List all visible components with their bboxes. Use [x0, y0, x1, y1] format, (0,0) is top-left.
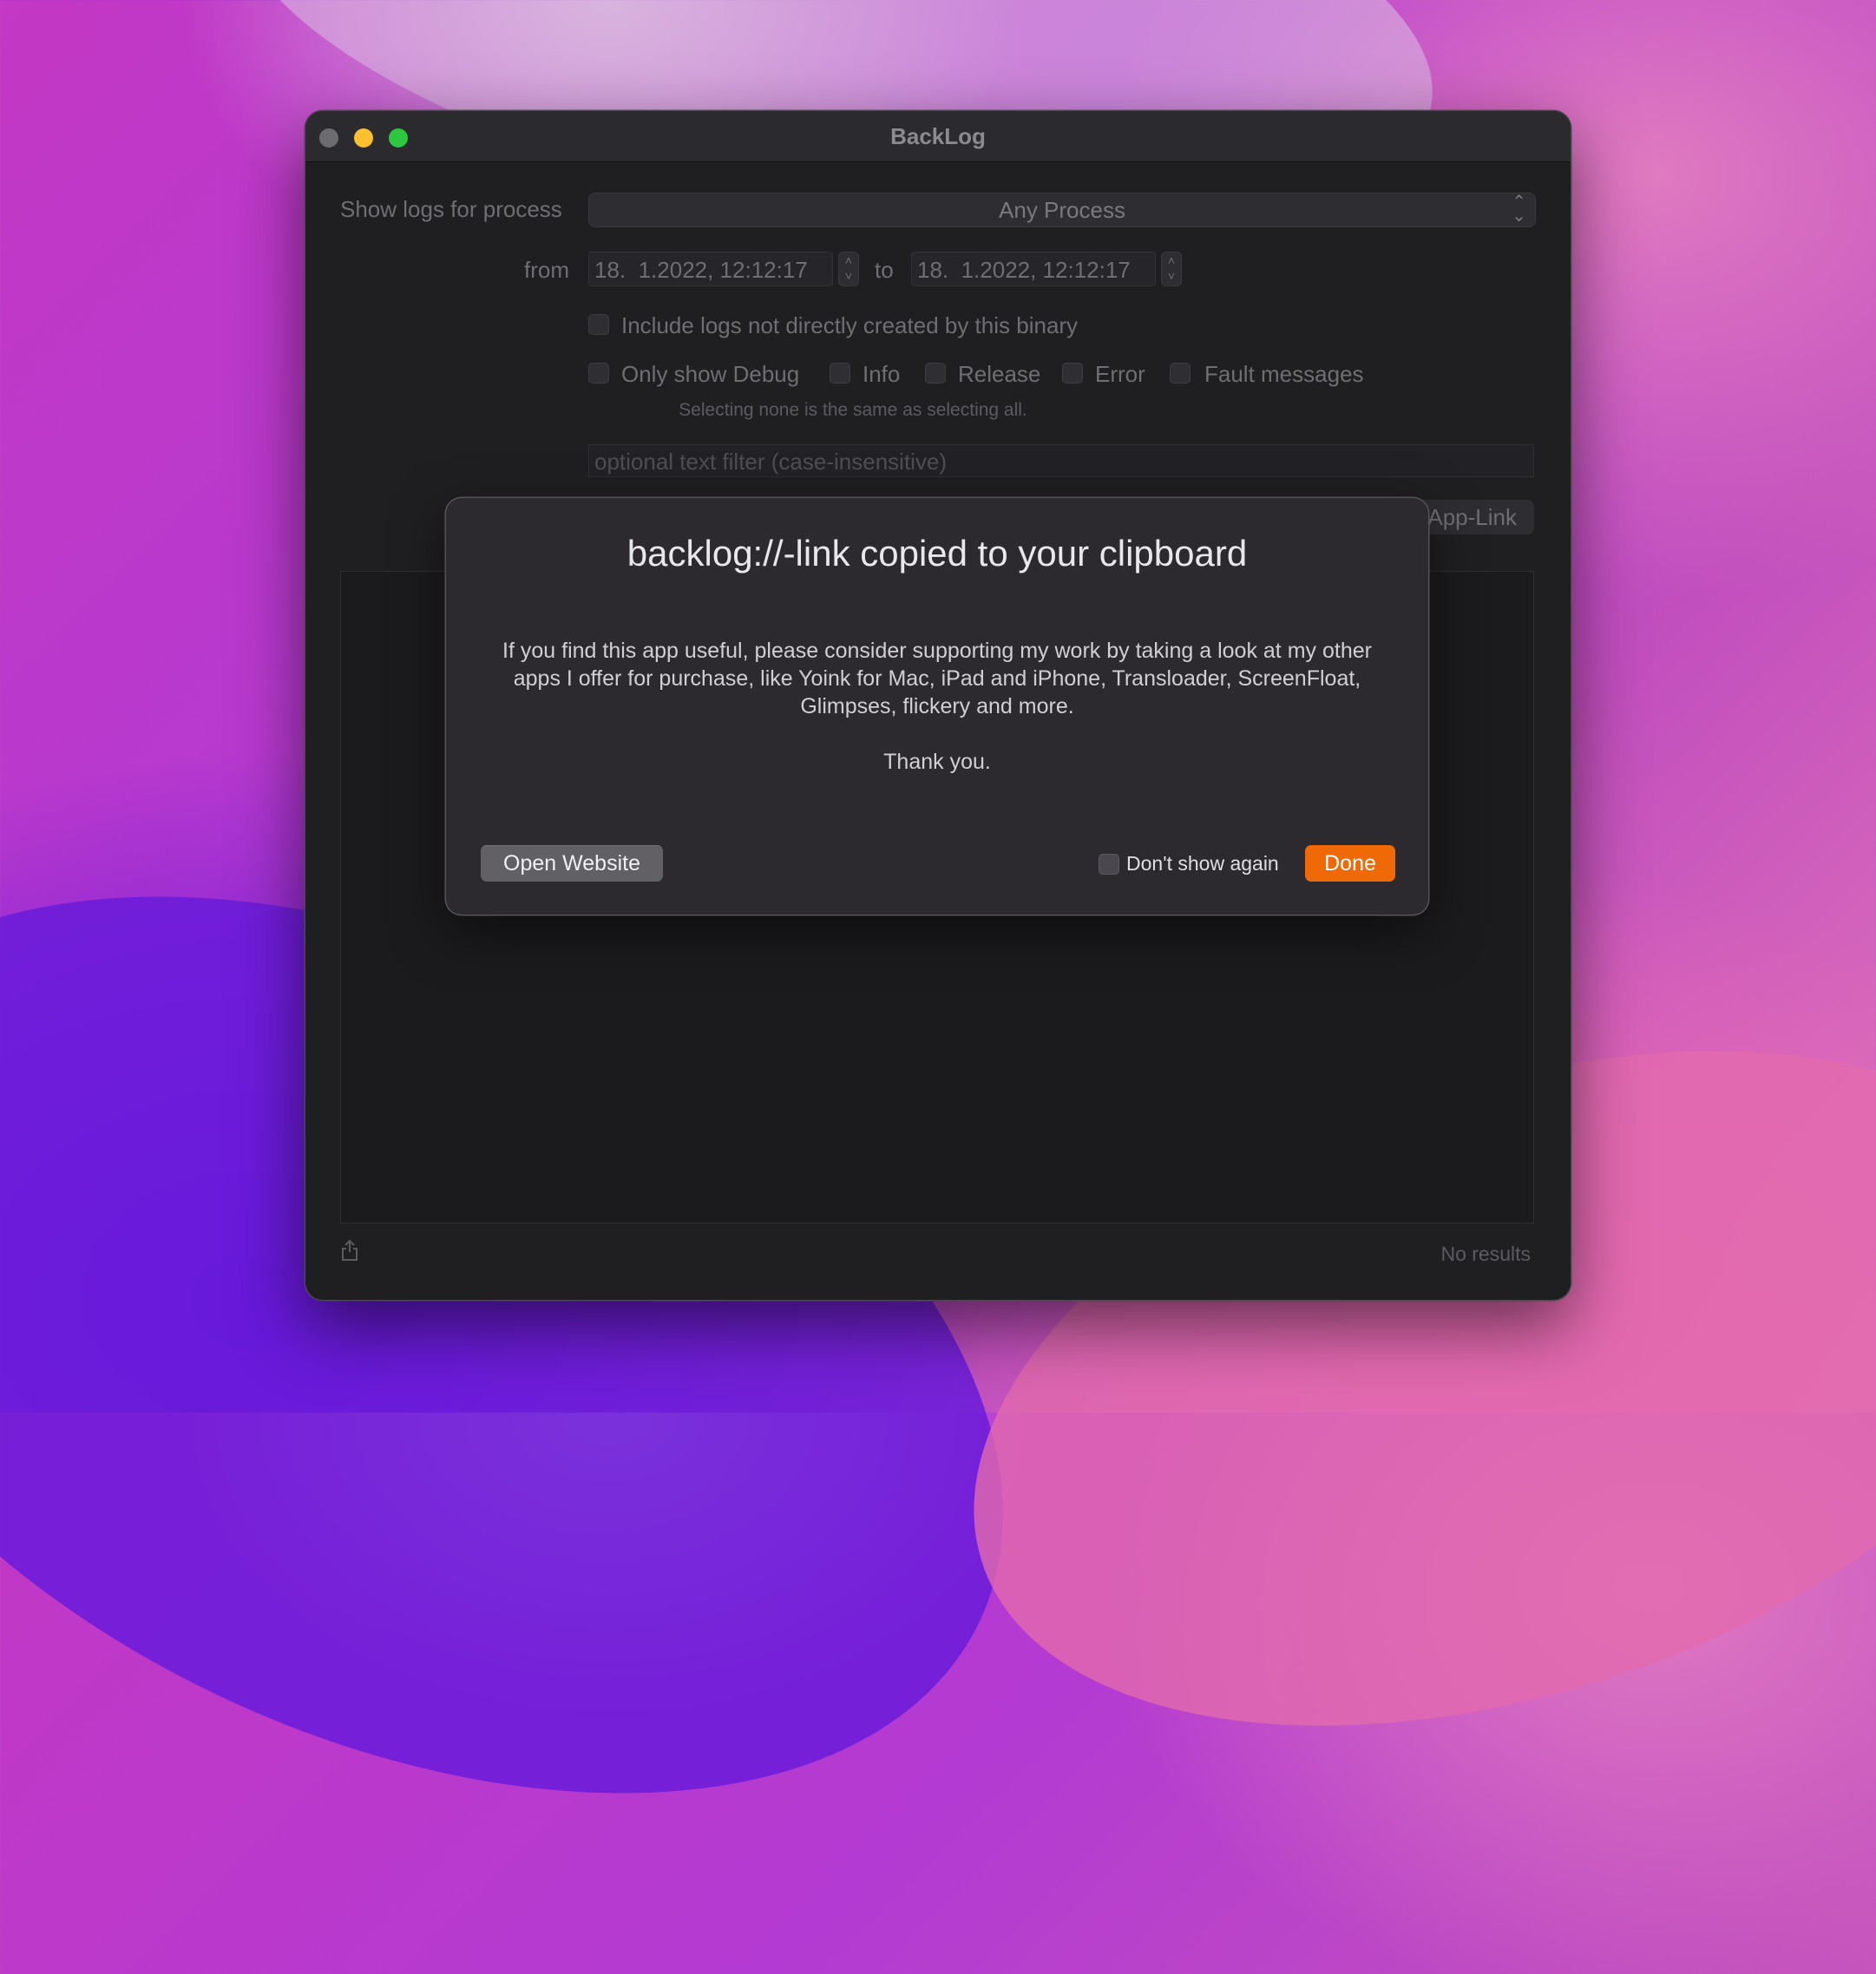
- dont-show-again-label[interactable]: Don't show again: [1126, 852, 1279, 876]
- error-checkbox[interactable]: [1062, 363, 1083, 384]
- dialog-title: backlog://-link copied to your clipboard: [626, 533, 1248, 574]
- open-website-button[interactable]: Open Website: [481, 845, 663, 882]
- window-title: BackLog: [890, 123, 986, 149]
- include-logs-checkbox[interactable]: [588, 314, 609, 335]
- chevron-updown-icon: ⌃ ⌄: [1512, 193, 1526, 226]
- text-filter-input[interactable]: optional text filter (case-insensitive): [588, 444, 1534, 477]
- dont-show-again-checkbox[interactable]: [1099, 854, 1119, 875]
- title-bar[interactable]: BackLog: [305, 111, 1571, 162]
- link-copied-dialog: backlog://-link copied to your clipboard…: [446, 498, 1428, 915]
- process-popup[interactable]: Any Process ⌃ ⌄: [588, 193, 1536, 227]
- process-label: Show logs for process: [340, 196, 562, 222]
- to-date-stepper[interactable]: ˄ ˅: [1161, 252, 1182, 286]
- to-date-field[interactable]: 18. 1.2022, 12:12:17: [911, 252, 1156, 286]
- fault-label: Fault messages: [1204, 361, 1364, 387]
- levels-hint: Selecting none is the same as selecting …: [679, 400, 1027, 420]
- dialog-thanks: Thank you.: [883, 750, 991, 774]
- results-status: No results: [1440, 1243, 1531, 1265]
- info-label: Info: [863, 361, 901, 387]
- from-label: from: [524, 257, 569, 283]
- dialog-message: If you find this app useful, please cons…: [502, 639, 1372, 718]
- error-label: Error: [1095, 361, 1145, 387]
- to-label: to: [875, 257, 894, 283]
- from-date-field[interactable]: 18. 1.2022, 12:12:17: [588, 252, 833, 286]
- done-button[interactable]: Done: [1305, 845, 1395, 882]
- debug-checkbox[interactable]: [588, 363, 609, 384]
- debug-label: Only show Debug: [621, 361, 800, 387]
- release-checkbox[interactable]: [925, 363, 946, 384]
- share-icon[interactable]: [340, 1239, 359, 1262]
- include-logs-label: Include logs not directly created by thi…: [621, 312, 1079, 338]
- release-label: Release: [958, 361, 1041, 387]
- from-date-stepper[interactable]: ˄ ˅: [838, 252, 859, 286]
- info-checkbox[interactable]: [830, 363, 850, 384]
- fault-checkbox[interactable]: [1170, 363, 1191, 384]
- process-popup-value: Any Process: [999, 197, 1125, 223]
